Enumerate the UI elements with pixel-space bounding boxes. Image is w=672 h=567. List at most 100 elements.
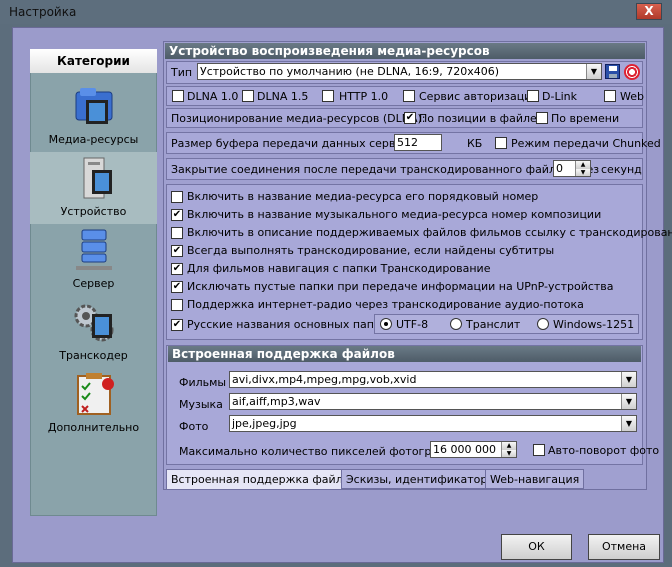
web-label: Web	[620, 90, 644, 103]
close-seconds-value: 0	[556, 162, 563, 175]
category-label: Устройство	[60, 205, 127, 218]
photo-extensions-select[interactable]: jpe,jpeg,jpg ▼	[229, 415, 637, 432]
category-label: Дополнительно	[47, 421, 140, 434]
tab-web-navigation[interactable]: Web-навигация	[485, 469, 585, 489]
option-checkbox-track-number[interactable]: ✔	[171, 209, 183, 221]
cancel-button[interactable]: Отмена	[588, 534, 660, 560]
photo-label: Фото	[179, 420, 209, 433]
category-additional[interactable]: Дополнительно	[30, 372, 157, 434]
category-device[interactable]: Устройство	[30, 152, 157, 224]
web-checkbox[interactable]	[604, 90, 616, 102]
close-seconds-unit: секунд	[601, 163, 642, 176]
option-label: Исключать пустые папки при передаче инфо…	[187, 280, 614, 293]
films-label: Фильмы	[179, 376, 227, 389]
dlna15-label: DLNA 1.5	[257, 90, 309, 103]
buffer-unit: КБ	[467, 137, 483, 150]
positioning-label: Позиционирование медиа-ресурсов (DLNA):	[171, 112, 426, 125]
chevron-down-icon[interactable]: ▼	[501, 450, 516, 457]
dlink-label: D-Link	[542, 90, 577, 103]
option-label: Русские названия основных папок	[187, 318, 388, 331]
encoding-utf8-label: UTF-8	[396, 318, 429, 331]
chunked-label: Режим передачи Chunked	[511, 137, 661, 150]
chevron-up-icon[interactable]: ▲	[575, 161, 590, 169]
chunked-checkbox[interactable]	[495, 137, 507, 149]
chevron-down-icon[interactable]: ▼	[575, 169, 590, 176]
auth-service-checkbox[interactable]	[403, 90, 415, 102]
close-connection-label: Закрытие соединения после передачи транс…	[171, 163, 600, 176]
autorotate-checkbox[interactable]	[533, 444, 545, 456]
option-label: Включить в название медиа-ресурса его по…	[187, 190, 539, 203]
title-bar: Настройка X	[0, 0, 672, 24]
option-checkbox-serial[interactable]	[171, 191, 183, 203]
dlna10-checkbox[interactable]	[172, 90, 184, 102]
category-media-resources[interactable]: Медиа-ресурсы	[30, 84, 157, 146]
server-icon	[75, 229, 112, 270]
music-label: Музыка	[179, 398, 223, 411]
clipboard-checklist-icon	[76, 373, 114, 415]
device-type-value: Устройство по умолчанию (не DLNA, 16:9, …	[200, 65, 500, 78]
max-pixels-stepper[interactable]: 16 000 000 ▲ ▼	[430, 441, 517, 458]
option-checkbox-internet-radio[interactable]	[171, 299, 183, 311]
encoding-translit-radio[interactable]	[450, 318, 462, 330]
photo-extensions-value: jpe,jpeg,jpg	[232, 417, 297, 430]
http10-label: HTTP 1.0	[339, 90, 389, 103]
autorotate-label: Авто-поворот фото	[548, 444, 660, 457]
option-label: Включить в название музыкального медиа-р…	[187, 208, 602, 221]
lifebuoy-icon[interactable]	[624, 64, 640, 80]
categories-header: Категории	[30, 49, 157, 73]
option-checkbox-exclude-empty[interactable]: ✔	[171, 281, 183, 293]
close-button[interactable]: X	[636, 3, 662, 20]
media-folder-icon	[75, 88, 112, 124]
pos-by-time-checkbox[interactable]	[536, 112, 548, 124]
chevron-down-icon[interactable]: ▼	[621, 394, 636, 409]
max-pixels-value: 16 000 000	[433, 443, 496, 456]
device-icon	[83, 157, 112, 199]
device-section-header: Устройство воспроизведения медиа-ресурсо…	[165, 43, 645, 59]
save-icon[interactable]	[605, 64, 620, 79]
encoding-utf8-radio[interactable]	[380, 318, 392, 330]
builtin-section-header: Встроенная поддержка файлов	[168, 346, 641, 362]
pos-by-time-label: По времени	[551, 112, 620, 125]
pos-by-file-label: По позиции в файле	[419, 112, 537, 125]
transcoder-gears-icon	[74, 304, 113, 342]
option-label: Включить в описание поддерживаемых файло…	[187, 226, 672, 239]
encoding-translit-label: Транслит	[466, 318, 521, 331]
http10-checkbox[interactable]	[322, 90, 334, 102]
tab-builtin-support[interactable]: Встроенная поддержка файлов	[166, 469, 361, 489]
encoding-win1251-radio[interactable]	[537, 318, 549, 330]
films-extensions-value: avi,divx,mp4,mpeg,mpg,vob,xvid	[232, 373, 417, 386]
buffer-size-input[interactable]: 512	[394, 134, 442, 151]
auth-service-label: Сервис авторизации	[419, 90, 539, 103]
ok-button[interactable]: ОК	[501, 534, 572, 560]
option-checkbox-nav-transcoding[interactable]: ✔	[171, 263, 183, 275]
films-extensions-select[interactable]: avi,divx,mp4,mpeg,mpg,vob,xvid ▼	[229, 371, 637, 388]
chevron-down-icon[interactable]: ▼	[586, 64, 601, 79]
option-label: Для фильмов навигация с папки Транскодир…	[187, 262, 491, 275]
option-checkbox-russian-folders[interactable]: ✔	[171, 319, 183, 331]
category-transcoder[interactable]: Транскодер	[30, 300, 157, 362]
option-checkbox-transcode-link[interactable]	[171, 227, 183, 239]
option-label: Всегда выполнять транскодирование, если …	[187, 244, 555, 257]
dlink-checkbox[interactable]	[527, 90, 539, 102]
chevron-down-icon[interactable]: ▼	[621, 416, 636, 431]
option-label: Поддержка интернет-радио через транскоди…	[187, 298, 584, 311]
window-title: Настройка	[9, 5, 77, 19]
tab-thumbnails[interactable]: Эскизы, идентификаторы	[341, 469, 502, 489]
close-seconds-stepper[interactable]: 0 ▲ ▼	[553, 160, 591, 177]
chevron-up-icon[interactable]: ▲	[501, 442, 516, 450]
dlna10-label: DLNA 1.0	[187, 90, 239, 103]
pos-by-file-checkbox[interactable]: ✔	[404, 112, 416, 124]
dlna15-checkbox[interactable]	[242, 90, 254, 102]
device-type-select[interactable]: Устройство по умолчанию (не DLNA, 16:9, …	[197, 63, 602, 80]
category-server[interactable]: Сервер	[30, 228, 157, 290]
type-label: Тип	[171, 66, 193, 79]
chevron-down-icon[interactable]: ▼	[621, 372, 636, 387]
option-checkbox-subtitles[interactable]: ✔	[171, 245, 183, 257]
music-extensions-select[interactable]: aif,aiff,mp3,wav ▼	[229, 393, 637, 410]
category-label: Транскодер	[59, 349, 128, 362]
music-extensions-value: aif,aiff,mp3,wav	[232, 395, 321, 408]
category-label: Сервер	[72, 277, 115, 290]
max-pixels-label: Максимально количество пикселей фотограф…	[179, 445, 462, 458]
buffer-label: Размер буфера передачи данных сервера	[171, 137, 416, 150]
category-label: Медиа-ресурсы	[48, 133, 139, 146]
